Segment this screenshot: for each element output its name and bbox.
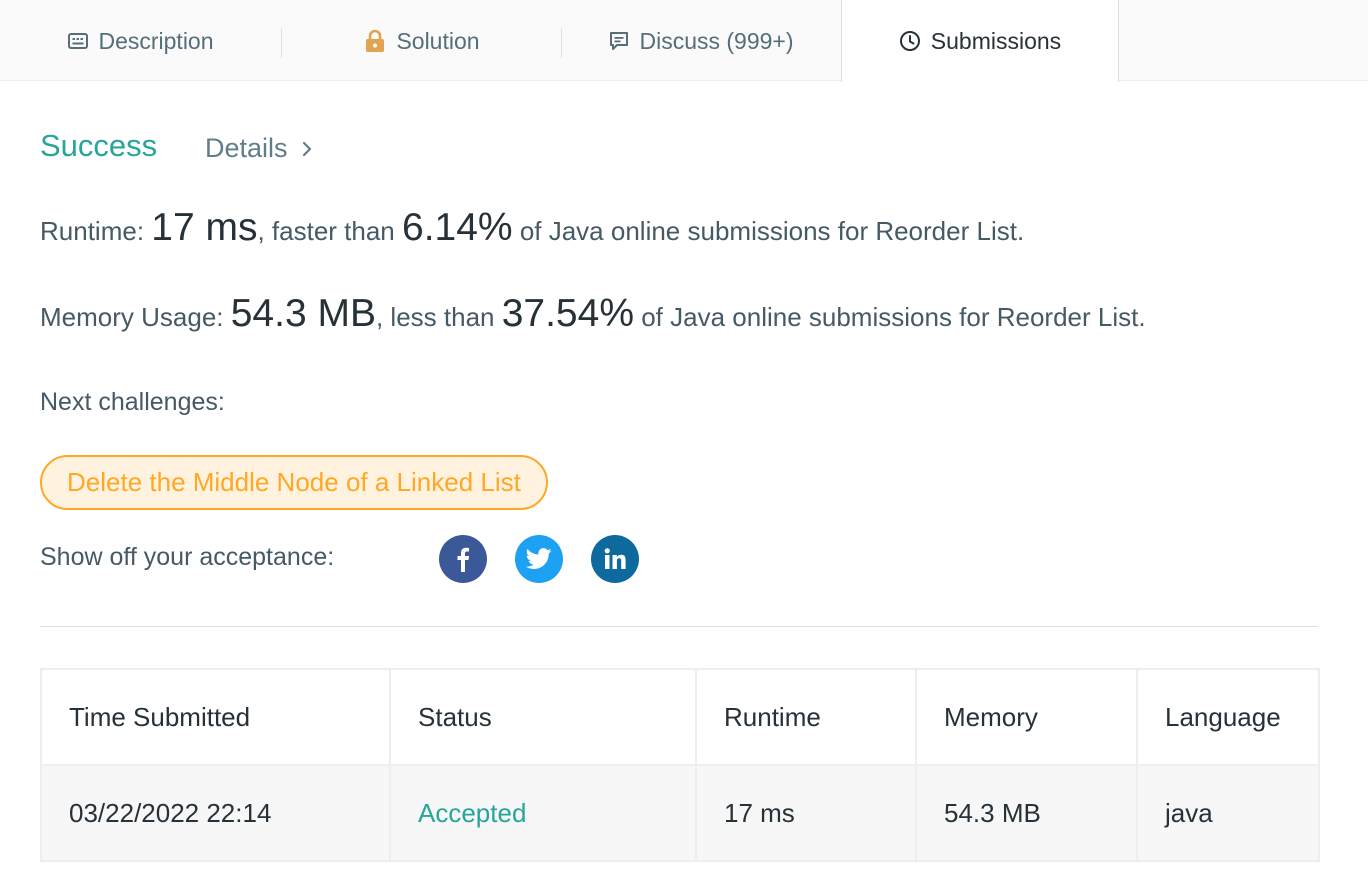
runtime-suffix: of Java online submissions for Reorder L… [512, 216, 1025, 246]
column-header-language: Language [1136, 668, 1320, 766]
facebook-icon [457, 547, 469, 572]
tab-label: Submissions [930, 27, 1062, 54]
runtime-mid-text: , faster than [257, 216, 402, 246]
section-divider [40, 626, 1318, 627]
tab-label: Description [98, 27, 214, 54]
memory-label: Memory Usage: [40, 302, 231, 332]
tab-submissions[interactable]: Submissions [841, 0, 1119, 82]
memory-suffix: of Java online submissions for Reorder L… [634, 302, 1146, 332]
chevron-right-icon [302, 141, 311, 156]
clock-icon [899, 30, 921, 52]
tab-bar: Description Solution Discuss (999+) Subm… [0, 0, 1368, 82]
discuss-icon [609, 31, 629, 51]
tab-description[interactable]: Description [0, 0, 282, 82]
memory-summary: Memory Usage: 54.3 MB, less than 37.54% … [40, 292, 1146, 336]
memory-mid-text: , less than [375, 302, 502, 332]
twitter-icon [526, 548, 552, 569]
details-label: Details [205, 133, 288, 163]
share-label: Show off your acceptance: [40, 543, 335, 571]
column-header-runtime: Runtime [695, 668, 917, 766]
next-challenges-label: Next challenges: [40, 388, 225, 416]
cell-status: Accepted [389, 764, 697, 862]
table-row: 03/22/2022 22:14 Accepted 17 ms 54.3 MB … [40, 764, 1320, 862]
runtime-label: Runtime: [40, 216, 152, 246]
facebook-share-button[interactable] [439, 535, 487, 583]
description-icon [68, 33, 89, 49]
column-header-status: Status [389, 668, 697, 766]
tab-discuss[interactable]: Discuss (999+) [562, 0, 841, 82]
cell-memory: 54.3 MB [915, 764, 1138, 862]
submissions-table: Time Submitted Status Runtime Memory Lan… [40, 668, 1320, 862]
runtime-percentile: 6.14% [402, 206, 513, 249]
tab-solution[interactable]: Solution [282, 0, 562, 82]
accepted-status-link[interactable]: Accepted [418, 798, 526, 828]
memory-value: 54.3 MB [230, 292, 376, 335]
cell-language: java [1136, 764, 1320, 862]
cell-time-submitted: 03/22/2022 22:14 [40, 764, 391, 862]
runtime-summary: Runtime: 17 ms, faster than 6.14% of Jav… [40, 206, 1024, 250]
linkedin-share-button[interactable] [591, 535, 639, 583]
linkedin-icon [604, 548, 626, 569]
table-header-row: Time Submitted Status Runtime Memory Lan… [40, 668, 1320, 766]
cell-runtime: 17 ms [695, 764, 917, 862]
result-status: Success [40, 128, 158, 163]
tab-label: Discuss (999+) [639, 27, 794, 54]
runtime-value: 17 ms [151, 206, 258, 249]
column-header-memory: Memory [915, 668, 1138, 766]
memory-percentile: 37.54% [501, 292, 634, 335]
tab-label: Solution [396, 27, 480, 54]
lock-icon [364, 29, 386, 53]
details-link[interactable]: Details [205, 133, 312, 164]
twitter-share-button[interactable] [515, 535, 563, 583]
column-header-time-submitted: Time Submitted [40, 668, 391, 766]
next-challenge-button[interactable]: Delete the Middle Node of a Linked List [40, 455, 548, 510]
